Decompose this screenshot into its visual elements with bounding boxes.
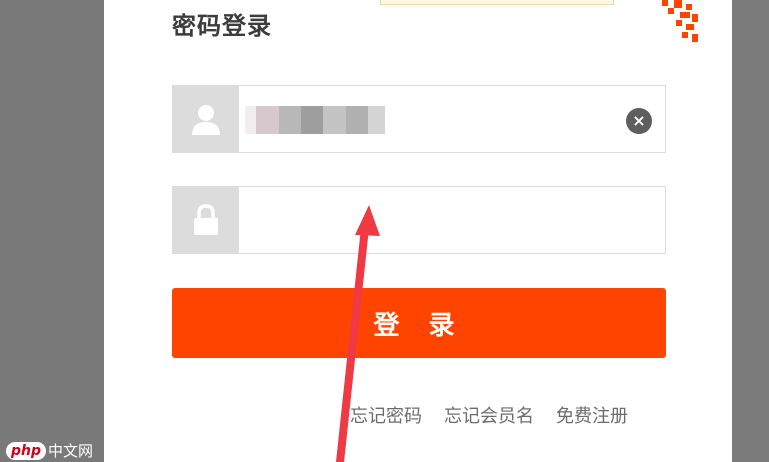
watermark-badge: php bbox=[6, 441, 47, 460]
site-watermark: php 中文网 bbox=[6, 440, 93, 461]
clear-icon[interactable]: × bbox=[626, 108, 652, 134]
watermark-text: 中文网 bbox=[48, 442, 94, 460]
lock-icon bbox=[173, 187, 239, 253]
help-links: 忘记密码 忘记会员名 免费注册 bbox=[350, 402, 628, 428]
login-button[interactable]: 登 录 bbox=[172, 288, 666, 358]
masked-username-value bbox=[245, 106, 386, 134]
password-input[interactable] bbox=[243, 187, 657, 255]
notice-strip bbox=[380, 0, 614, 5]
qr-code-corner-icon[interactable] bbox=[654, 0, 700, 46]
forgot-password-link[interactable]: 忘记密码 bbox=[350, 402, 422, 428]
page-title: 密码登录 bbox=[172, 12, 272, 40]
free-register-link[interactable]: 免费注册 bbox=[556, 402, 628, 428]
password-field[interactable] bbox=[172, 186, 666, 255]
username-field[interactable]: × bbox=[172, 85, 666, 153]
forgot-member-name-link[interactable]: 忘记会员名 bbox=[444, 402, 534, 428]
page-edge bbox=[732, 0, 769, 462]
user-icon bbox=[173, 86, 239, 152]
